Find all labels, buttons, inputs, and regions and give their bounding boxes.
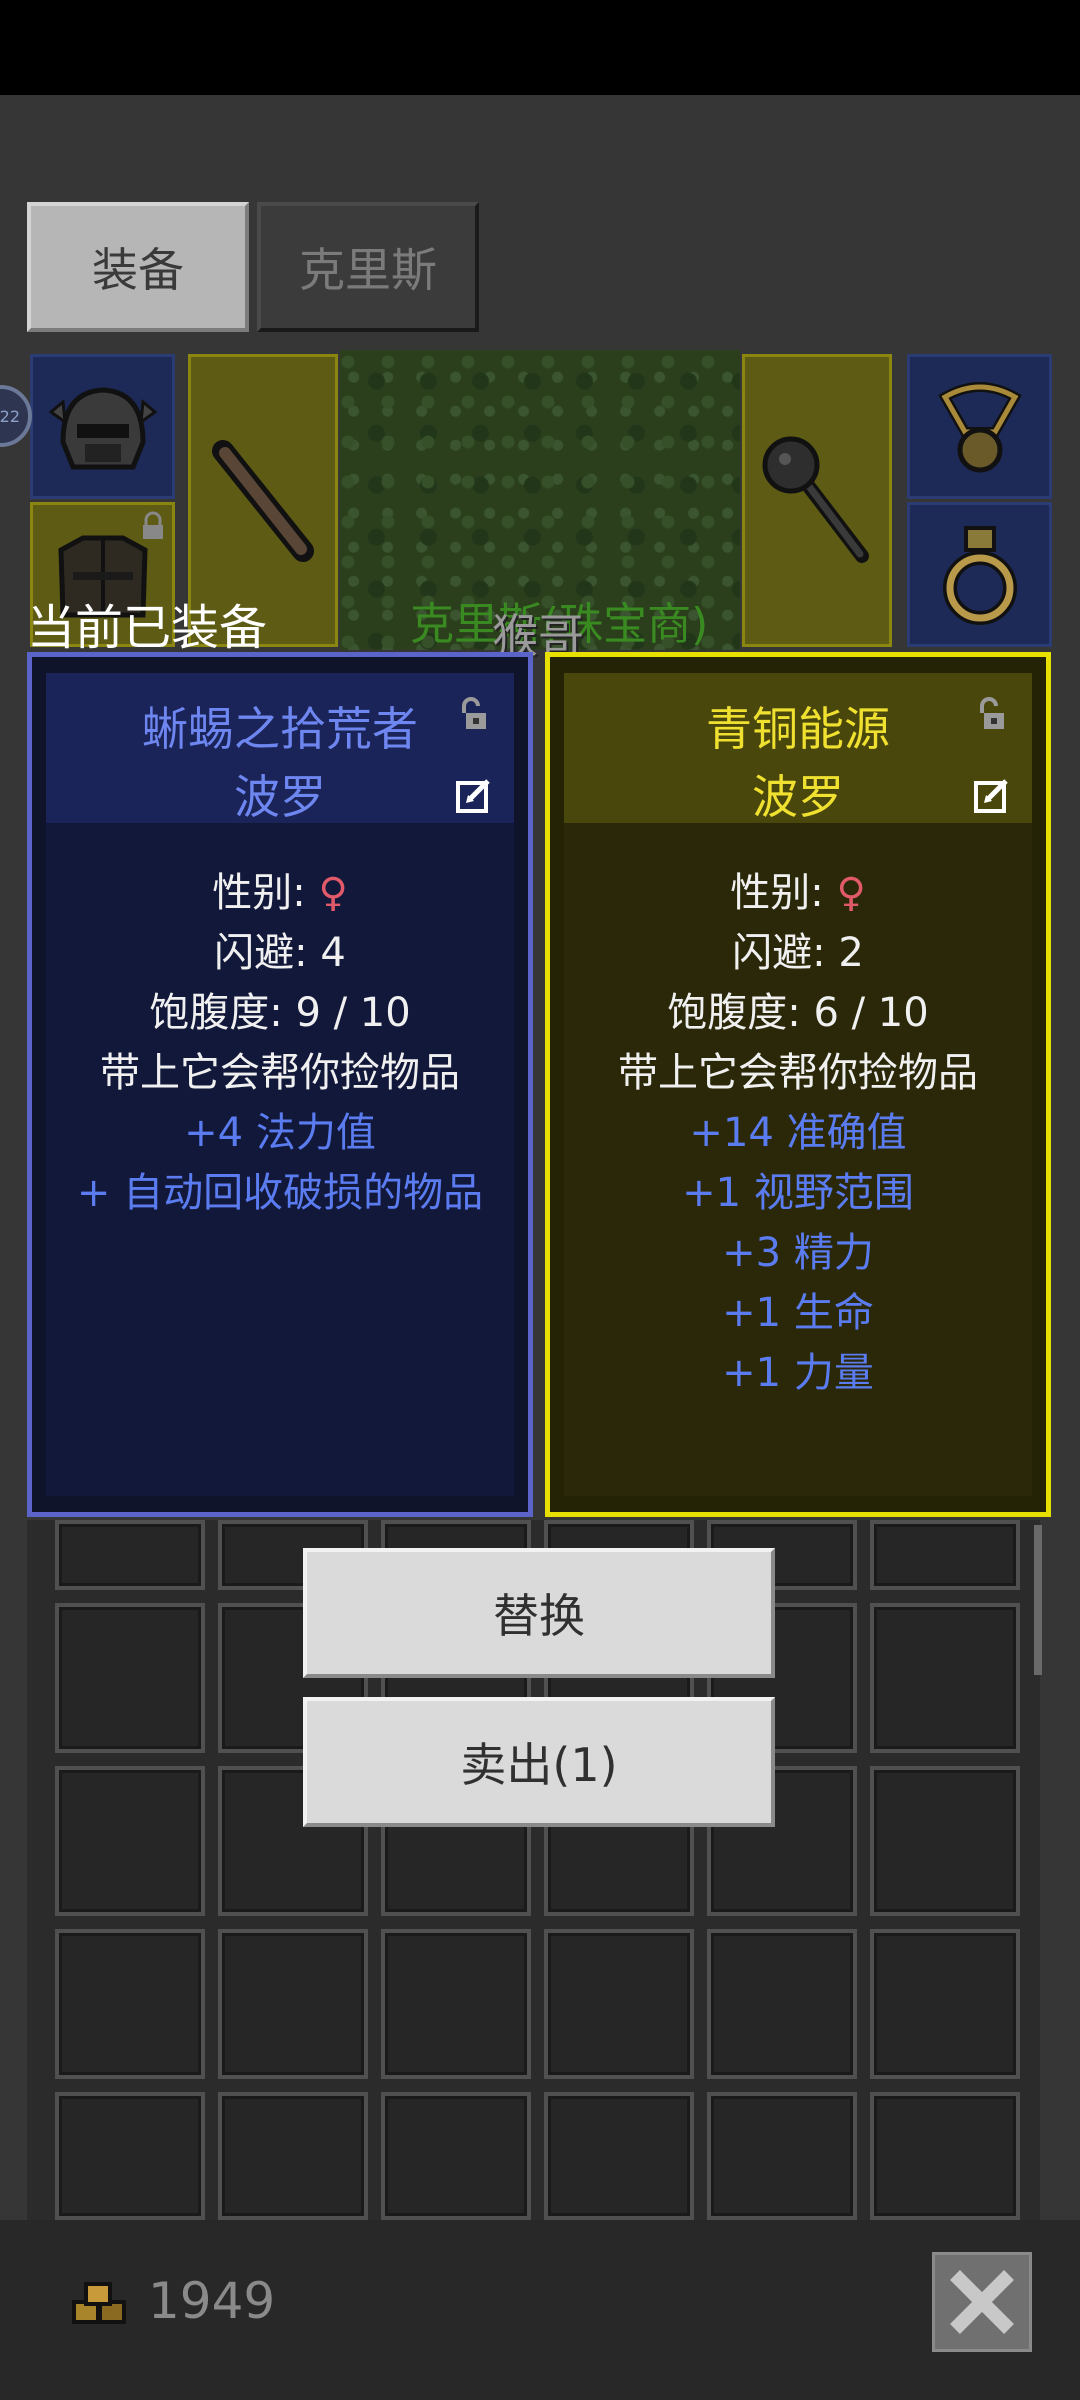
backpack-slot[interactable] bbox=[870, 1520, 1020, 1590]
level-badge[interactable]: 22 bbox=[0, 385, 32, 447]
amulet-slot[interactable] bbox=[907, 354, 1052, 499]
backpack-slot[interactable] bbox=[55, 1929, 205, 2079]
stat-line: 带上它会帮你捡物品 bbox=[618, 1050, 978, 1096]
stat-line: 饱腹度: 6 / 10 bbox=[667, 990, 929, 1036]
gender-stat: 性别: ♀ bbox=[212, 870, 348, 916]
ring-icon bbox=[942, 525, 1017, 625]
backpack-slot[interactable] bbox=[870, 1603, 1020, 1753]
backpack-slot[interactable] bbox=[55, 2092, 205, 2220]
backpack-slot[interactable] bbox=[218, 2092, 368, 2220]
backpack-slot[interactable] bbox=[707, 2092, 857, 2220]
bonus-line: +1 生命 bbox=[722, 1290, 874, 1336]
edit-icon[interactable] bbox=[974, 777, 1010, 813]
backpack-slot[interactable] bbox=[55, 1520, 205, 1590]
bonus-line: +4 法力值 bbox=[184, 1110, 376, 1156]
bonus-line: +14 准确值 bbox=[689, 1110, 907, 1156]
backpack-slot[interactable] bbox=[870, 1929, 1020, 2079]
bonus-line: +1 视野范围 bbox=[682, 1170, 914, 1216]
backpack-slot[interactable] bbox=[544, 1929, 694, 2079]
club-weapon-icon bbox=[212, 439, 314, 562]
status-bar bbox=[0, 0, 1080, 95]
backpack-slot[interactable] bbox=[55, 1603, 205, 1753]
backpack-slot[interactable] bbox=[870, 2092, 1020, 2220]
current-equipped-label: 当前已装备 bbox=[27, 600, 268, 656]
helmet-icon bbox=[48, 386, 157, 469]
backpack-slot[interactable] bbox=[707, 1929, 857, 2079]
close-icon bbox=[950, 2270, 1014, 2334]
backpack-slot[interactable] bbox=[544, 2092, 694, 2220]
backpack-slot[interactable] bbox=[870, 1766, 1020, 1916]
item-subtitle: 波罗 bbox=[234, 770, 326, 824]
lock-icon[interactable] bbox=[452, 695, 490, 733]
item-title: 蜥蜴之拾荒者 bbox=[142, 702, 418, 756]
backpack-slot[interactable] bbox=[55, 1766, 205, 1916]
gold-amount: 1949 bbox=[148, 2272, 276, 2330]
mace-weapon-icon bbox=[762, 436, 869, 563]
backpack-slot[interactable] bbox=[218, 1929, 368, 2079]
gold-pile-icon bbox=[72, 2282, 126, 2324]
sell-button[interactable]: 卖出(1) bbox=[303, 1697, 775, 1827]
lock-icon bbox=[143, 511, 163, 539]
equipped-item-card: 蜥蜴之拾荒者 波罗 性别: ♀ 闪避: 4 饱腹度: 9 / 10 带上它会帮你… bbox=[27, 652, 533, 1517]
stat-line: 带上它会帮你捡物品 bbox=[100, 1050, 460, 1096]
replace-button[interactable]: 替换 bbox=[303, 1548, 775, 1678]
stat-line: 闪避: 4 bbox=[214, 930, 346, 976]
ring-slot[interactable] bbox=[907, 502, 1052, 647]
compare-item-card: 青铜能源 波罗 性别: ♀ 闪避: 2 饱腹度: 6 / 10 带上它会帮你捡物… bbox=[545, 652, 1051, 1517]
weapon-slot-compare[interactable] bbox=[742, 354, 892, 647]
bonus-line: +1 力量 bbox=[722, 1350, 874, 1396]
card-header: 蜥蜴之拾荒者 波罗 bbox=[46, 673, 514, 824]
backpack-slot[interactable] bbox=[381, 2092, 531, 2220]
lock-icon[interactable] bbox=[970, 695, 1008, 733]
helmet-slot[interactable] bbox=[30, 354, 175, 499]
backpack-slot[interactable] bbox=[381, 1929, 531, 2079]
close-button[interactable] bbox=[932, 2252, 1032, 2352]
stat-line: 饱腹度: 9 / 10 bbox=[149, 990, 411, 1036]
scrollbar[interactable] bbox=[1034, 1525, 1042, 1675]
edit-icon[interactable] bbox=[456, 777, 492, 813]
item-subtitle: 波罗 bbox=[752, 770, 844, 824]
amulet-icon bbox=[937, 381, 1022, 472]
item-title: 青铜能源 bbox=[706, 702, 890, 756]
bonus-line: + 自动回收破损的物品 bbox=[76, 1170, 484, 1216]
stat-line: 闪避: 2 bbox=[732, 930, 864, 976]
tab-equipment[interactable]: 装备 bbox=[27, 202, 249, 332]
female-symbol: ♀ bbox=[318, 870, 348, 916]
gender-stat: 性别: ♀ bbox=[730, 870, 866, 916]
card-header: 青铜能源 波罗 bbox=[564, 673, 1032, 824]
female-symbol: ♀ bbox=[836, 870, 866, 916]
tab-chris[interactable]: 克里斯 bbox=[257, 202, 479, 332]
bonus-line: +3 精力 bbox=[722, 1230, 874, 1276]
